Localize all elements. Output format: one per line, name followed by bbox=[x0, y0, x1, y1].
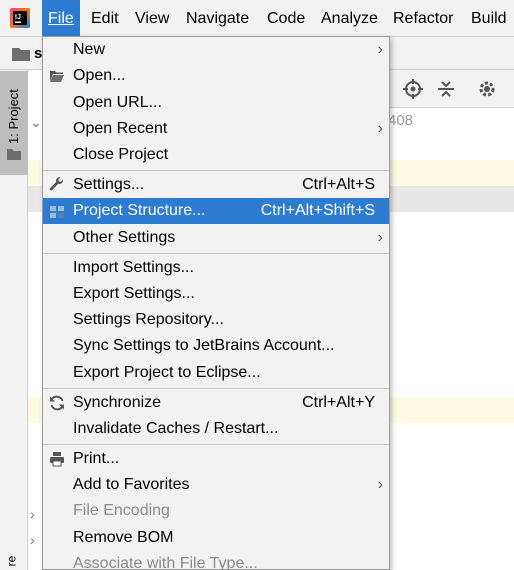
menu-item-close-project[interactable]: Close Project bbox=[43, 142, 389, 168]
menu-item-project-structure[interactable]: Project Structure... Ctrl+Alt+Shift+S bbox=[43, 198, 389, 224]
menu-item-open-recent[interactable]: Open Recent › bbox=[43, 116, 389, 142]
menu-code[interactable]: Code bbox=[261, 0, 311, 37]
menu-item-sync-settings[interactable]: Sync Settings to JetBrains Account... bbox=[43, 333, 389, 359]
locate-icon[interactable] bbox=[402, 78, 424, 100]
menu-item-print[interactable]: Print... bbox=[43, 446, 389, 472]
menu-item-export-to-eclipse[interactable]: Export Project to Eclipse... bbox=[43, 360, 389, 386]
menu-item-other-settings[interactable]: Other Settings › bbox=[43, 225, 389, 251]
menu-separator bbox=[43, 388, 389, 389]
menu-item-open[interactable]: Open... bbox=[43, 63, 389, 89]
folder-icon bbox=[12, 48, 30, 61]
menu-item-new[interactable]: New › bbox=[43, 37, 389, 63]
chevron-right-icon[interactable]: › bbox=[30, 506, 35, 522]
menu-item-remove-bom[interactable]: Remove BOM bbox=[43, 525, 389, 551]
wrench-icon bbox=[49, 177, 64, 191]
menu-item-export-settings[interactable]: Export Settings... bbox=[43, 281, 389, 307]
editor-text-fragment: 408 bbox=[388, 112, 414, 129]
gear-icon[interactable] bbox=[476, 78, 498, 100]
menu-item-associate-file-type: Associate with File Type... bbox=[73, 555, 258, 570]
menu-item-add-to-favorites[interactable]: Add to Favorites › bbox=[43, 472, 389, 498]
project-toolbar bbox=[390, 70, 514, 108]
folder-icon bbox=[7, 149, 21, 160]
menu-separator bbox=[43, 170, 389, 171]
chevron-right-icon: › bbox=[377, 476, 383, 493]
menu-item-file-encoding: File Encoding bbox=[73, 502, 170, 519]
collapse-all-icon[interactable] bbox=[435, 78, 457, 100]
menu-item-settings[interactable]: Settings... Ctrl+Alt+S bbox=[43, 172, 389, 198]
menu-item-open-url[interactable]: Open URL... bbox=[43, 90, 389, 116]
tool-tab-label[interactable]: re bbox=[4, 556, 18, 567]
menu-item-synchronize[interactable]: Synchronize Ctrl+Alt+Y bbox=[43, 390, 389, 416]
printer-icon bbox=[50, 452, 64, 467]
menu-refactor[interactable]: Refactor bbox=[387, 0, 459, 37]
menu-item-invalidate-caches[interactable]: Invalidate Caches / Restart... bbox=[43, 416, 389, 442]
chevron-right-icon[interactable]: › bbox=[30, 532, 35, 548]
sync-icon bbox=[50, 395, 64, 411]
project-structure-icon bbox=[50, 206, 64, 218]
file-menu-dropdown: New › Open... Open URL... Open Recent › … bbox=[42, 36, 390, 570]
menu-analyze[interactable]: Analyze bbox=[315, 0, 384, 37]
folder-open-icon bbox=[50, 71, 64, 82]
menu-view[interactable]: View bbox=[129, 0, 175, 37]
intellij-idea-icon: IJ bbox=[10, 8, 30, 28]
menu-item-import-settings[interactable]: Import Settings... bbox=[43, 255, 389, 281]
chevron-down-icon[interactable]: ⌄ bbox=[30, 114, 42, 131]
menu-separator bbox=[43, 444, 389, 445]
chevron-right-icon: › bbox=[377, 229, 383, 246]
main-menu-bar: IJ File Edit View Navigate Code Analyze … bbox=[0, 0, 514, 37]
chevron-right-icon: › bbox=[377, 120, 383, 137]
menu-navigate[interactable]: Navigate bbox=[180, 0, 255, 37]
svg-text:IJ: IJ bbox=[15, 14, 21, 21]
project-tool-tab-label: 1: Project bbox=[6, 89, 21, 144]
menu-edit[interactable]: Edit bbox=[85, 0, 125, 37]
menu-separator bbox=[43, 253, 389, 254]
menu-build[interactable]: Build bbox=[465, 0, 513, 37]
menu-item-settings-repository[interactable]: Settings Repository... bbox=[43, 307, 389, 333]
chevron-right-icon: › bbox=[377, 41, 383, 58]
menu-file[interactable]: File bbox=[42, 0, 80, 37]
